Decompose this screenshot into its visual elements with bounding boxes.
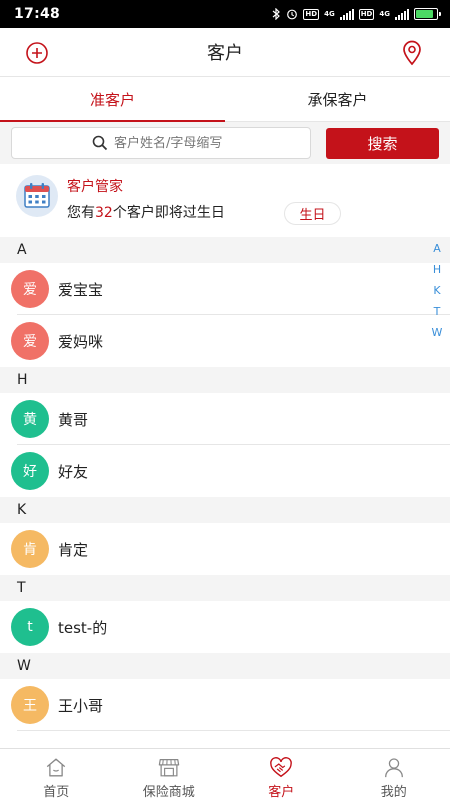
tab-insured-customers[interactable]: 承保客户: [225, 77, 450, 121]
tab-prospects[interactable]: 准客户: [0, 77, 225, 122]
nav-label: 保险商城: [142, 785, 195, 800]
contact-name: 黄哥: [58, 410, 89, 429]
calendar-icon: [16, 175, 58, 217]
nav-label: 客户: [268, 785, 295, 800]
home-icon: [47, 758, 66, 777]
bottom-nav: 首页 保险商城 客户 我的: [0, 748, 450, 800]
birthday-count: 32: [95, 205, 113, 221]
alphabet-index: A H K T W: [428, 238, 446, 343]
contact-list: A 爱 爱宝宝 爱 爱妈咪 H 黄 黄哥 好 好友 K 肯 肯定 T t tes…: [0, 237, 450, 731]
list-item[interactable]: 爱 爱宝宝: [0, 263, 450, 315]
nav-profile[interactable]: 我的: [338, 749, 450, 800]
index-letter-h[interactable]: H: [433, 259, 441, 280]
battery-fill: [416, 10, 433, 18]
contact-name: 肯定: [58, 540, 89, 559]
page-title: 客户: [207, 43, 243, 64]
index-letter-a[interactable]: A: [433, 238, 441, 259]
app-header: 客户: [0, 28, 450, 77]
list-item[interactable]: t test-的: [0, 601, 450, 653]
section-header: W: [0, 653, 450, 679]
list-item[interactable]: 黄 黄哥: [0, 393, 450, 445]
list-item[interactable]: 王 王小哥: [0, 679, 450, 731]
birthday-reminder-text: 您有32个客户即将过生日: [67, 202, 225, 222]
network-type: 4G: [379, 10, 390, 18]
network-type: 4G: [324, 10, 335, 18]
location-button[interactable]: [399, 40, 425, 66]
nav-label: 首页: [43, 785, 70, 800]
list-item[interactable]: 好 好友: [0, 445, 450, 497]
section-header: T: [0, 575, 450, 601]
customer-manager-card[interactable]: 客户管家 您有32个客户即将过生日 生日: [0, 164, 450, 237]
search-icon: [92, 135, 108, 151]
contact-name: 王小哥: [58, 696, 104, 715]
store-icon: [158, 759, 179, 777]
nav-store[interactable]: 保险商城: [113, 749, 226, 800]
section-header: H: [0, 367, 450, 393]
contact-name: test-的: [58, 618, 108, 637]
handshake-heart-icon: [270, 757, 293, 778]
search-input[interactable]: [114, 135, 304, 151]
signal-icon: [395, 8, 409, 20]
hd-badge: HD: [358, 8, 375, 20]
avatar: 好: [11, 452, 49, 490]
contact-name: 爱宝宝: [58, 280, 104, 299]
birthday-button[interactable]: 生日: [284, 202, 341, 225]
search-button[interactable]: 搜索: [326, 128, 439, 159]
nav-customers[interactable]: 客户: [225, 749, 338, 800]
status-time: 17:48: [14, 6, 61, 22]
hd-badge: HD: [303, 8, 320, 20]
reminder-suffix: 个客户即将过生日: [112, 205, 225, 221]
bluetooth-icon: [273, 8, 281, 20]
location-pin-icon: [403, 40, 421, 66]
signal-icon: [339, 8, 354, 20]
status-icons: HD 4G HD 4G: [272, 8, 441, 20]
search-box[interactable]: [11, 127, 311, 159]
add-circle-icon: [26, 42, 48, 64]
avatar: 爱: [11, 270, 49, 308]
index-letter-t[interactable]: T: [434, 301, 441, 322]
add-customer-button[interactable]: [24, 40, 50, 66]
contact-name: 好友: [58, 462, 89, 481]
status-bar: 17:48 HD 4G HD 4G: [0, 0, 450, 28]
contact-name: 爱妈咪: [58, 332, 104, 351]
index-letter-w[interactable]: W: [432, 322, 443, 343]
battery-icon: [414, 8, 441, 20]
reminder-prefix: 您有: [67, 205, 95, 221]
customer-tabs: 准客户 承保客户: [0, 77, 450, 122]
search-bar: 搜索: [0, 122, 450, 164]
avatar: 爱: [11, 322, 49, 360]
list-item[interactable]: 爱 爱妈咪: [0, 315, 450, 367]
list-item[interactable]: 肯 肯定: [0, 523, 450, 575]
manager-title: 客户管家: [67, 179, 123, 195]
avatar: t: [11, 608, 49, 646]
section-header: K: [0, 497, 450, 523]
person-icon: [384, 758, 403, 778]
nav-home[interactable]: 首页: [0, 749, 113, 800]
alarm-icon: [287, 9, 298, 20]
avatar: 王: [11, 686, 49, 724]
index-letter-k[interactable]: K: [433, 280, 440, 301]
section-header: A: [0, 237, 450, 263]
nav-label: 我的: [380, 785, 407, 800]
avatar: 肯: [11, 530, 49, 568]
avatar: 黄: [11, 400, 49, 438]
